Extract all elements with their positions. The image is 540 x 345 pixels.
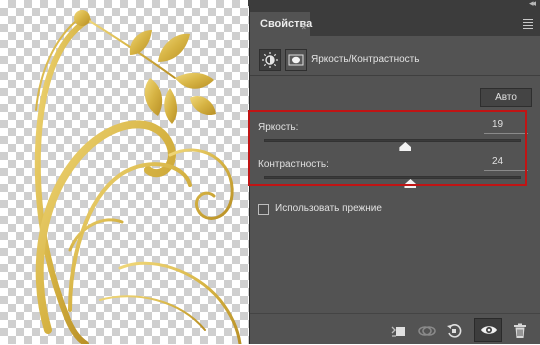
close-icon[interactable]: × [301, 16, 306, 40]
visibility-toggle[interactable] [474, 318, 502, 342]
panel-bottom-bar [250, 313, 540, 345]
clip-to-layer-icon[interactable] [390, 323, 406, 339]
sliders-highlight-box [248, 110, 527, 186]
tab-properties[interactable]: Свойства × [250, 12, 312, 36]
auto-button[interactable]: Авто [480, 88, 532, 107]
use-legacy-label: Использовать прежние [275, 203, 382, 214]
adjustment-header: Яркость/Контрастность [250, 49, 540, 76]
sun-icon[interactable] [259, 49, 281, 71]
view-previous-state-icon[interactable] [418, 323, 436, 339]
use-legacy-checkbox[interactable] [258, 204, 269, 215]
adjustment-title: Яркость/Контрастность [311, 54, 420, 65]
document-canvas[interactable] [0, 0, 252, 344]
panel-menu-icon[interactable] [523, 19, 533, 31]
trash-icon[interactable] [512, 323, 528, 339]
gold-ornament-image [34, 10, 242, 344]
mask-icon[interactable] [285, 49, 307, 71]
reset-icon[interactable] [446, 323, 462, 339]
panel-tabbar: Свойства × [250, 6, 540, 36]
eye-icon [480, 322, 497, 338]
